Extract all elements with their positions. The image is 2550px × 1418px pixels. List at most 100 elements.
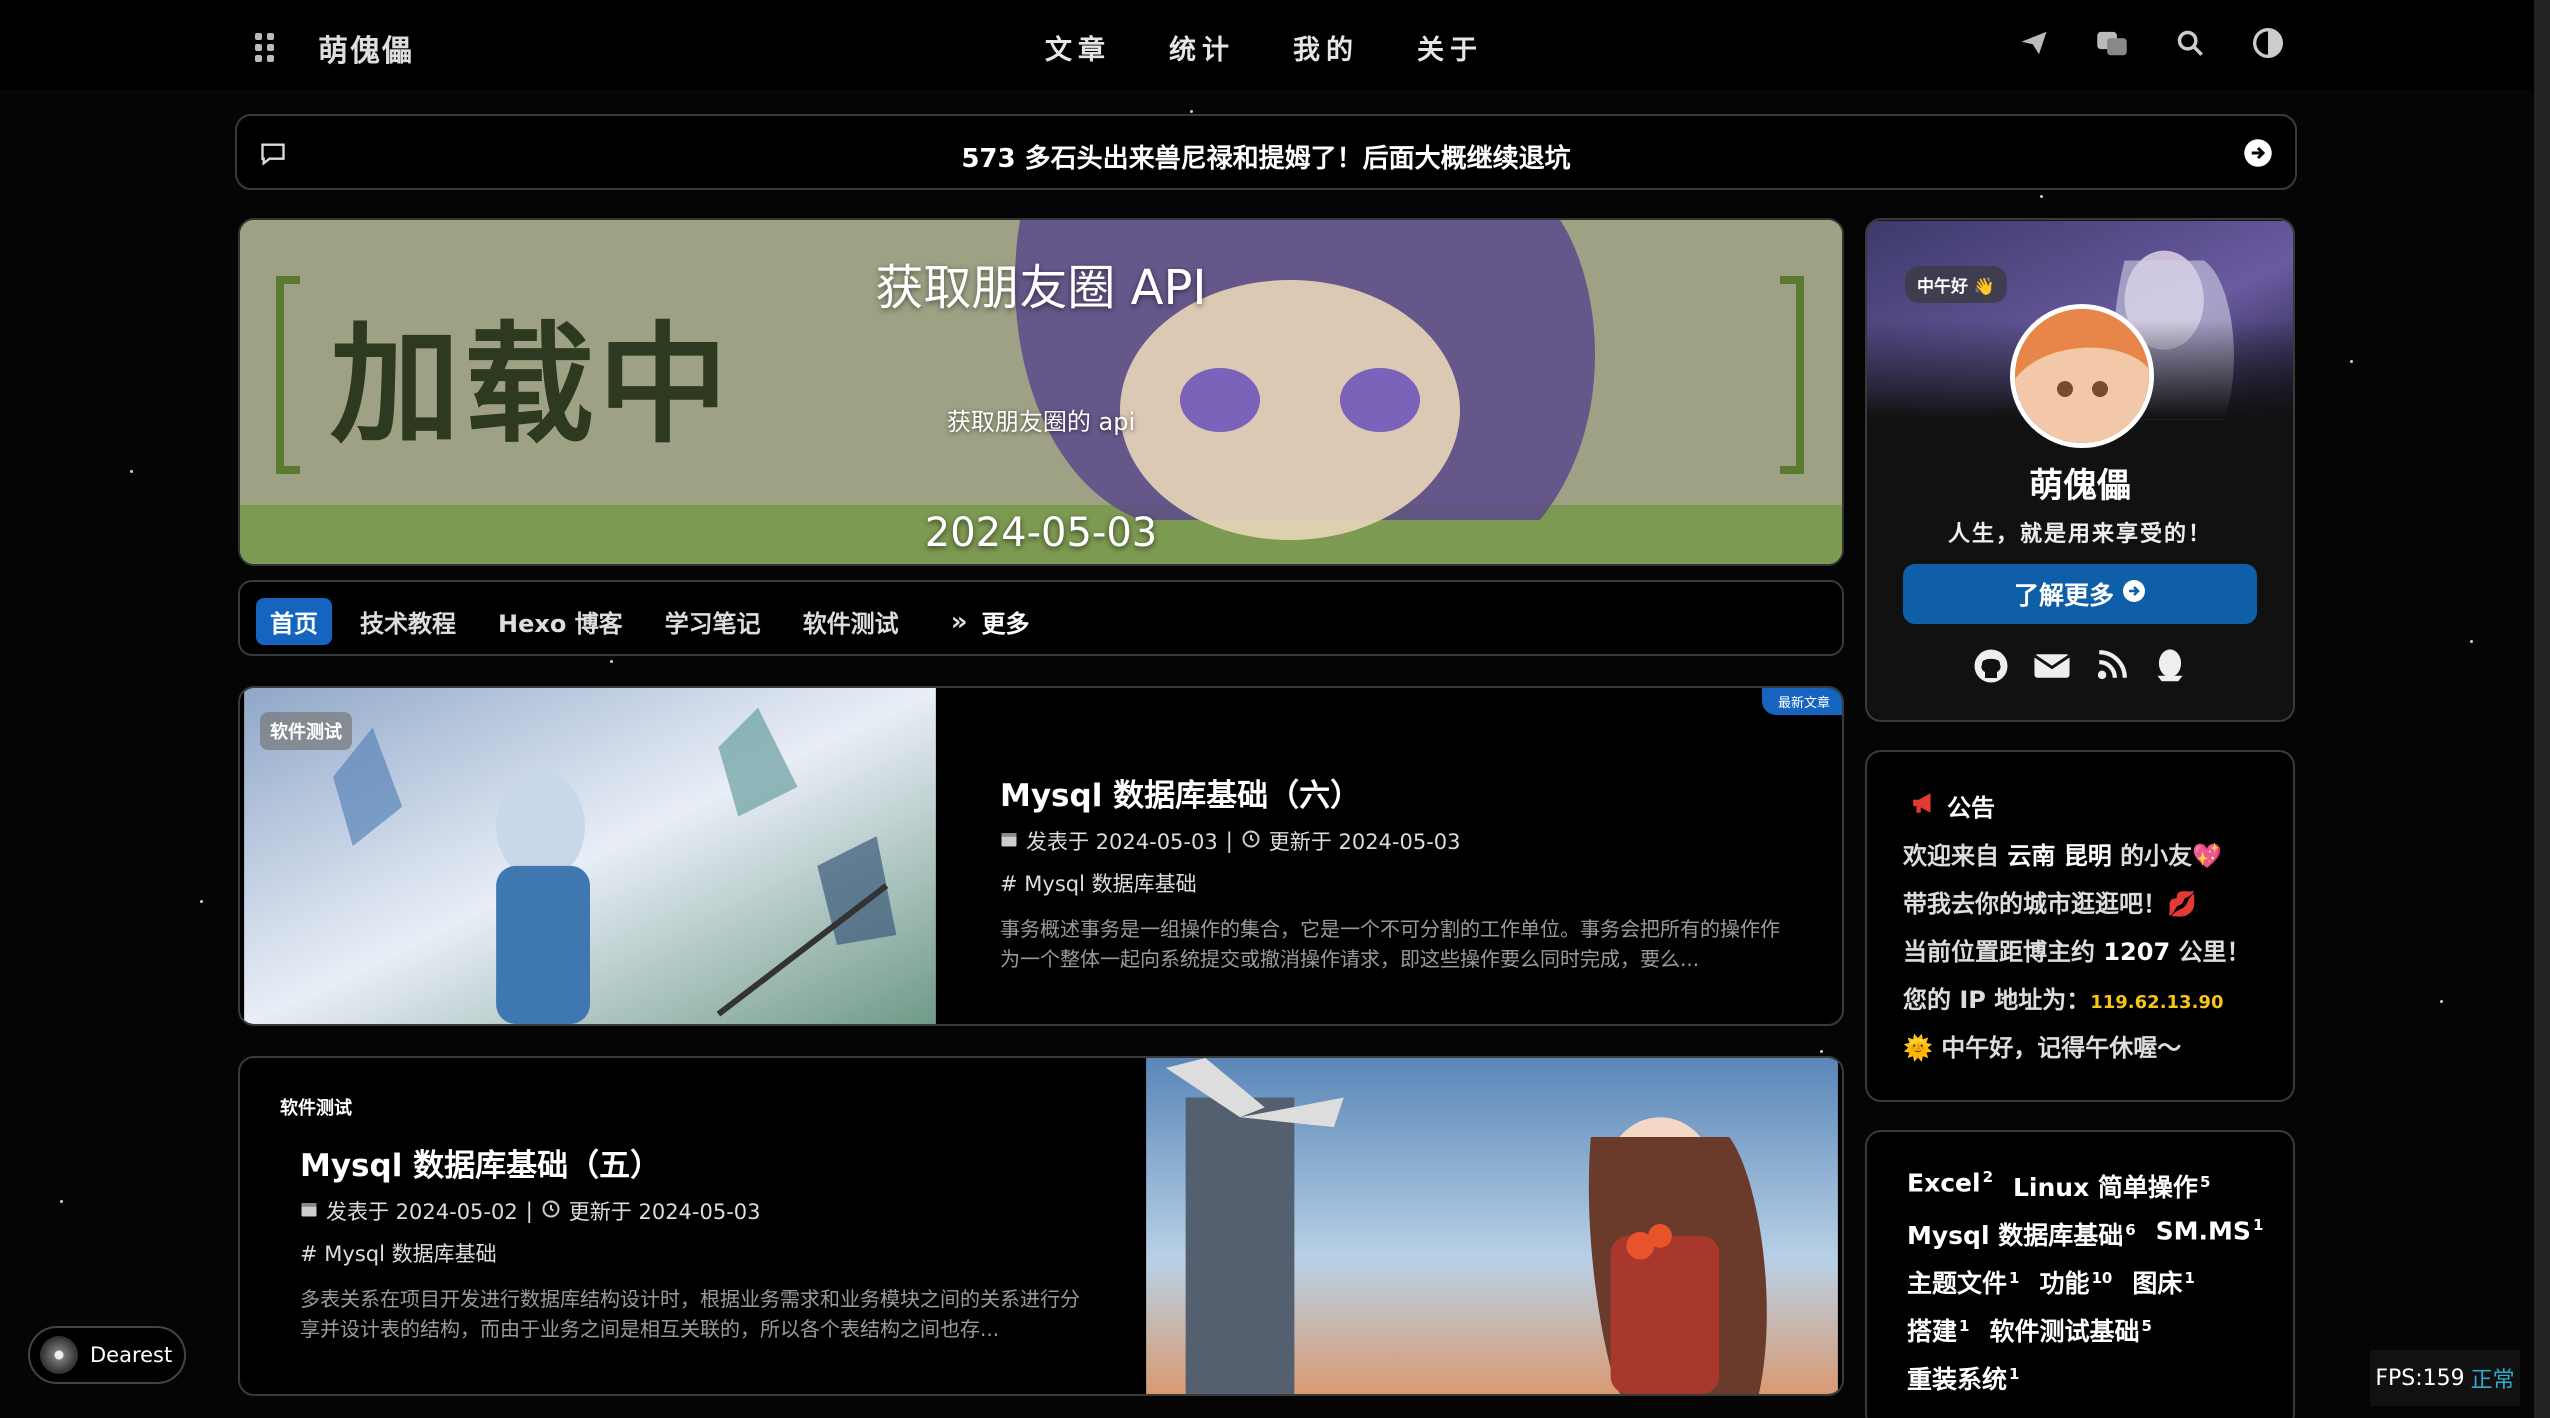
notice-card: 公告 欢迎来自 云南 昆明 的小友💖 带我去你的城市逛逛吧！💋 当前位置距博主约… (1865, 750, 2295, 1102)
announcement-bar[interactable]: 573 多石头出来兽尼禄和提姆了！后面大概继续退坑 (235, 114, 2297, 190)
tag-count: 1 (1959, 1316, 1970, 1335)
github-icon[interactable] (1973, 648, 2009, 688)
category-more[interactable]: 更多 (981, 604, 1029, 639)
category-hexo[interactable]: Hexo 博客 (484, 598, 637, 645)
send-icon[interactable] (2017, 26, 2051, 60)
tag-item[interactable]: Mysql 数据库基础 6 (1907, 1216, 2136, 1252)
tag-item[interactable]: SM.MS 1 (2156, 1216, 2264, 1252)
top-navbar: 萌傀儡 文章 统计 我的 关于 (0, 0, 2550, 90)
tag-cloud-card: Excel 2 Linux 简单操作 5 Mysql 数据库基础 6 SM.MS 1 主… (1865, 1130, 2295, 1418)
notice-line-welcome: 欢迎来自 云南 昆明 的小友💖 (1903, 836, 2222, 871)
tag-item[interactable]: 搭建 1 (1907, 1312, 1969, 1348)
tag-item[interactable]: Linux 简单操作 5 (2013, 1168, 2210, 1204)
profile-name: 萌傀儡 (2029, 466, 2131, 506)
tag-item[interactable]: 功能 10 (2039, 1264, 2112, 1300)
notice-header: 公告 (1911, 788, 1995, 823)
post-title[interactable]: Mysql 数据库基础（六） (1000, 770, 1361, 815)
tag-count: 5 (2199, 1172, 2211, 1191)
rss-icon[interactable] (2095, 648, 2129, 688)
post-category-label[interactable]: Mysql 数据库基础 (1024, 872, 1196, 896)
fps-value: FPS:159 (2375, 1365, 2465, 1391)
tag-count: 1 (2009, 1364, 2020, 1383)
tag-item[interactable]: Excel 2 (1907, 1168, 1993, 1204)
post-published-date: 发表于 2024-05-02 (326, 1200, 518, 1224)
double-chevron-right-icon[interactable]: » (951, 607, 968, 637)
post-category[interactable]: # Mysql 数据库基础 (1000, 868, 1197, 898)
nav-item-stats[interactable]: 统计 (1169, 28, 1235, 67)
category-home[interactable]: 首页 (256, 598, 332, 645)
history-icon (541, 1199, 561, 1224)
tag-item[interactable]: 主题文件 1 (1907, 1264, 2019, 1300)
main-nav: 文章 统计 我的 关于 (1045, 28, 1483, 67)
post-category[interactable]: # Mysql 数据库基础 (300, 1238, 497, 1268)
notice-line-greeting: 🌞 中午好，记得午休喔～ (1903, 1034, 2182, 1062)
tag-row: Mysql 数据库基础 6 SM.MS 1 (1907, 1216, 2263, 1252)
category-testing[interactable]: 软件测试 (789, 598, 913, 645)
music-disc-icon (40, 1336, 78, 1374)
tag-count: 1 (2252, 1216, 2264, 1234)
megaphone-icon (1911, 790, 1937, 822)
tag-count: 10 (2091, 1268, 2113, 1287)
tag-row: 主题文件 1 功能 10 图床 1 (1907, 1264, 2195, 1300)
notice-ip: 119.62.13.90 (2090, 992, 2224, 1013)
meta-separator: | (525, 1199, 533, 1223)
category-bar: 首页 技术教程 Hexo 博客 学习笔记 软件测试 » 更多 (238, 580, 1844, 656)
calendar-icon (300, 1199, 318, 1223)
post-info: Mysql 数据库基础（五） 发表于 2024-05-02 | 更新于 2024… (300, 1058, 1150, 1394)
nav-item-mine[interactable]: 我的 (1293, 28, 1359, 67)
notice-line-distance: 当前位置距博主约 1207 公里！ (1903, 932, 2251, 967)
arrow-right-circle-icon[interactable] (2243, 138, 2273, 172)
tag-count: 1 (2184, 1268, 2195, 1287)
nav-item-articles[interactable]: 文章 (1045, 28, 1111, 67)
notice-title: 公告 (1947, 794, 1995, 822)
tag-name: SM.MS (2155, 1216, 2251, 1246)
translate-icon[interactable] (2095, 26, 2129, 60)
notice-distance-prefix: 当前位置距博主约 (1903, 938, 2104, 966)
learn-more-label: 了解更多 (2013, 581, 2114, 610)
tag-name: Excel (1907, 1168, 1981, 1198)
search-icon[interactable] (2173, 26, 2207, 60)
learn-more-button[interactable]: 了解更多 (1903, 564, 2257, 624)
tag-item[interactable]: 软件测试基础 5 (1989, 1312, 2151, 1348)
notice-distance-suffix: 公里！ (2170, 938, 2251, 966)
tag-item[interactable]: 重装系统 1 (1907, 1360, 2019, 1396)
post-published-date: 发表于 2024-05-03 (1026, 830, 1218, 854)
category-tutorials[interactable]: 技术教程 (346, 598, 470, 645)
post-tag[interactable]: 软件测试 (260, 712, 352, 750)
page-scrollbar[interactable] (2534, 0, 2550, 1418)
profile-card: 中午好 👋 萌傀儡 人生，就是用来享受的！ 了解更多 (1865, 218, 2295, 722)
tag-name: 功能 (2039, 1269, 2090, 1298)
featured-banner[interactable]: 加载中 获取朋友圈 API 获取朋友圈的 api 2024-05-03 (238, 218, 1844, 566)
tag-row: 重装系统 1 (1907, 1360, 2019, 1396)
header-tools (2017, 26, 2285, 60)
notice-location: 云南 昆明 (2007, 842, 2112, 870)
apps-menu-icon[interactable] (255, 33, 277, 62)
post-meta: 发表于 2024-05-03 | 更新于 2024-05-03 (1000, 826, 1461, 856)
post-cover-image[interactable] (1142, 1058, 1842, 1394)
tag-name: 搭建 (1907, 1317, 1958, 1346)
notice-distance: 1207 (2103, 938, 2171, 966)
post-title[interactable]: Mysql 数据库基础（五） (300, 1140, 661, 1185)
qq-icon[interactable] (2153, 648, 2187, 688)
post-card[interactable]: 软件测试 Mysql 数据库基础（五） 发表于 2024-05-02 | 更新于… (238, 1056, 1844, 1396)
post-category-label[interactable]: Mysql 数据库基础 (324, 1242, 496, 1266)
greeting-badge: 中午好 👋 (1905, 266, 2008, 303)
avatar[interactable] (2010, 304, 2154, 448)
notice-line-city: 带我去你的城市逛逛吧！💋 (1903, 890, 2197, 918)
tag-item[interactable]: 图床 1 (2132, 1264, 2194, 1300)
post-card[interactable]: 软件测试 最新文章 Mysql 数据库基础（六） 发表于 2024-05-03 … (238, 686, 1844, 1026)
tag-name: 主题文件 (1907, 1269, 2008, 1298)
nav-item-about[interactable]: 关于 (1417, 28, 1483, 67)
post-excerpt: 多表关系在项目开发进行数据库结构设计时，根据业务需求和业务模块之间的关系进行分享… (300, 1287, 1080, 1341)
category-notes[interactable]: 学习笔记 (651, 598, 775, 645)
notice-line-ip: 您的 IP 地址为：119.62.13.90 (1903, 980, 2223, 1015)
fps-status: 正常 (2470, 1368, 2515, 1393)
meta-separator: | (1225, 829, 1233, 853)
mail-icon[interactable] (2033, 648, 2071, 688)
site-name[interactable]: 萌傀儡 (318, 26, 414, 70)
notice-ip-prefix: 您的 IP 地址为： (1903, 986, 2091, 1014)
tag-count: 1 (2009, 1268, 2020, 1287)
tag-row: Excel 2 Linux 简单操作 5 (1907, 1168, 2210, 1204)
music-player[interactable]: Dearest (28, 1326, 186, 1384)
theme-toggle-icon[interactable] (2251, 26, 2285, 60)
